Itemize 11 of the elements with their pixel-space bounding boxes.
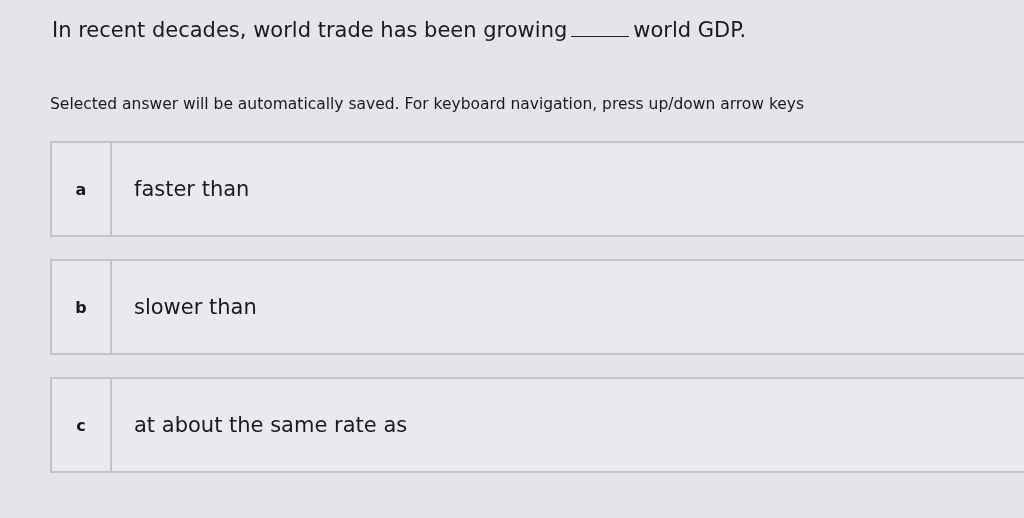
answer-option[interactable]: c at about the same rate as	[50, 377, 1024, 473]
option-letter: c	[52, 379, 112, 471]
option-letter: b	[52, 261, 112, 353]
question-text: In recent decades, world trade has been growing world GDP.	[52, 18, 748, 42]
option-text: faster than	[133, 176, 250, 203]
option-text: slower than	[133, 294, 257, 321]
answer-option[interactable]: b slower than	[50, 259, 1024, 355]
answer-option[interactable]: a faster than	[50, 141, 1024, 237]
option-text: at about the same rate as	[133, 412, 408, 439]
option-letter: a	[52, 143, 112, 235]
instructions-text: Selected answer will be automatically saved. For keyboard navigation, press up/down arrow keys	[50, 95, 806, 113]
